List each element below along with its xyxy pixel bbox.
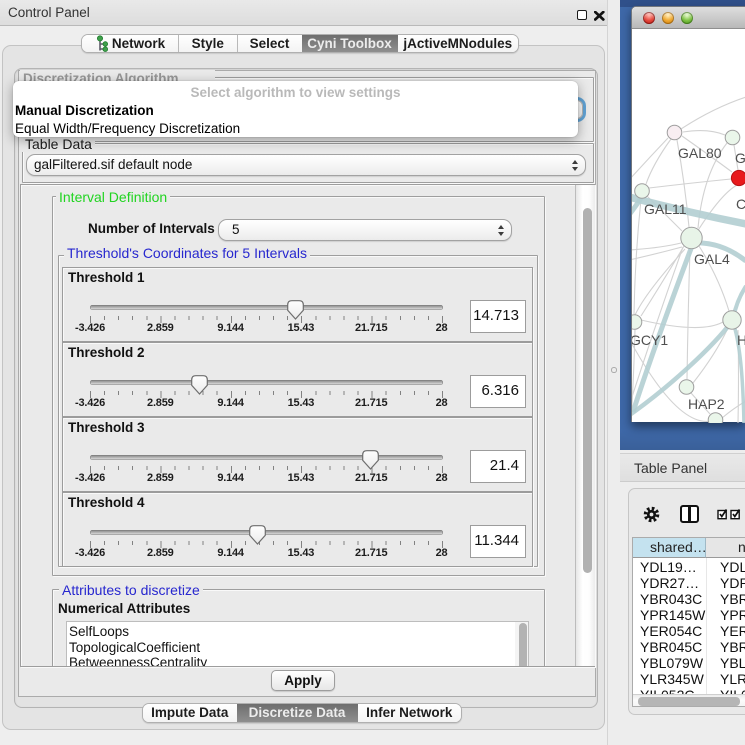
svg-text:C: C xyxy=(736,196,745,212)
svg-text:HAP2: HAP2 xyxy=(688,396,725,412)
svg-text:GAL11: GAL11 xyxy=(644,201,687,217)
svg-text:GCY1: GCY1 xyxy=(632,332,668,348)
svg-text:GAL80: GAL80 xyxy=(678,145,722,161)
svg-text:GAL4: GAL4 xyxy=(694,251,730,267)
svg-text:H: H xyxy=(737,332,745,348)
svg-text:GA: GA xyxy=(735,150,745,166)
